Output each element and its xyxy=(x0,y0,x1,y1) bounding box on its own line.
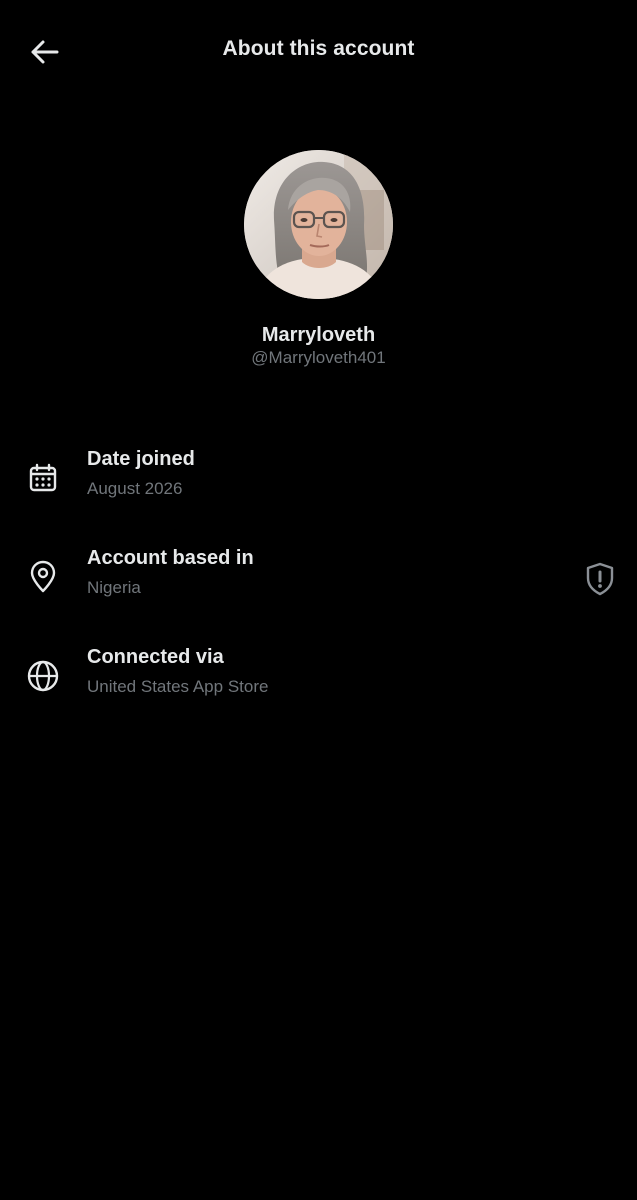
avatar xyxy=(244,150,393,299)
info-row-connected-via: Connected via United States App Store xyxy=(0,646,637,722)
username-handle: @Marryloveth401 xyxy=(251,348,386,367)
row-value: United States App Store xyxy=(87,677,269,696)
shield-alert-icon xyxy=(586,562,614,596)
calendar-icon xyxy=(25,460,61,496)
row-label: Connected via xyxy=(87,646,224,668)
row-value: Nigeria xyxy=(87,578,141,597)
top-app-bar: About this account xyxy=(0,0,637,104)
info-row-account-based-in: Account based in Nigeria xyxy=(0,547,637,623)
info-row-date-joined: Date joined August 2026 xyxy=(0,448,637,524)
about-account-screen: About this account Marryloveth @Marrylov… xyxy=(0,0,637,1200)
row-label: Date joined xyxy=(87,448,195,470)
page-title: About this account xyxy=(222,37,415,60)
display-name: Marryloveth xyxy=(261,324,376,346)
row-value: August 2026 xyxy=(87,479,183,498)
globe-icon xyxy=(25,658,61,694)
profile-photo xyxy=(244,150,393,299)
row-label: Account based in xyxy=(87,547,254,569)
location-pin-icon xyxy=(25,559,61,595)
shield-alert-button[interactable] xyxy=(580,559,620,599)
